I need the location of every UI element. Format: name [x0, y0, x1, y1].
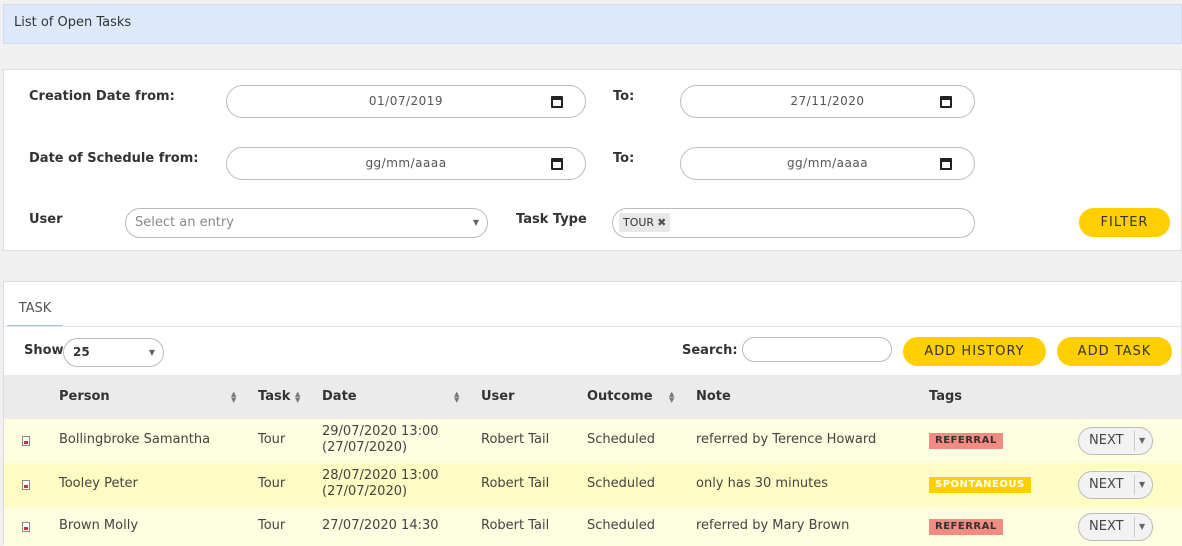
chevron-down-icon: ▼ [472, 218, 479, 227]
next-button-label: NEXT [1089, 433, 1124, 448]
page-size-value: 25 [73, 345, 90, 359]
column-header-note[interactable]: Note [696, 375, 731, 419]
next-button[interactable]: NEXT ▼ [1078, 427, 1153, 455]
cell-date: 29/07/2020 13:00 (27/07/2020) [322, 424, 439, 456]
column-header-tags[interactable]: Tags [929, 375, 962, 419]
chevron-down-icon[interactable]: ▼ [1139, 514, 1145, 540]
column-header-person[interactable]: Person [59, 375, 110, 419]
cell-person: Tooley Peter [59, 476, 138, 491]
search-input[interactable] [742, 337, 892, 362]
cell-date-sub: (27/07/2020) [322, 440, 408, 455]
tag-badge: SPONTANEOUS [929, 477, 1031, 493]
cell-date: 28/07/2020 13:00 (27/07/2020) [322, 468, 439, 500]
table-header: Person ▲ ▼ Task ▲ ▼ Date ▲ ▼ User Outcome ▲… [4, 375, 1182, 419]
chevron-down-icon[interactable]: ▼ [1139, 472, 1145, 498]
document-icon[interactable] [22, 522, 30, 532]
schedule-date-to-label: To: [613, 151, 635, 166]
creation-date-from-label: Creation Date from: [29, 89, 175, 104]
cell-task: Tour [258, 432, 286, 447]
column-header-user[interactable]: User [481, 375, 515, 419]
tab-divider [4, 326, 1181, 327]
sort-icon[interactable]: ▲ ▼ [231, 391, 236, 404]
schedule-date-from-label: Date of Schedule from: [29, 151, 199, 166]
column-header-outcome[interactable]: Outcome [587, 375, 653, 419]
cell-outcome: Scheduled [587, 518, 655, 533]
calendar-icon[interactable] [940, 158, 952, 170]
add-task-button[interactable]: ADD TASK [1057, 337, 1172, 366]
task-type-select[interactable]: TOUR ✖ [612, 208, 975, 238]
cell-outcome: Scheduled [587, 476, 655, 491]
document-icon[interactable] [22, 436, 30, 446]
cell-person: Brown Molly [59, 518, 139, 533]
calendar-icon[interactable] [940, 96, 952, 108]
tab-task[interactable]: TASK [7, 298, 63, 327]
cell-outcome: Scheduled [587, 432, 655, 447]
creation-date-to-value: 27/11/2020 [790, 94, 865, 108]
calendar-icon[interactable] [551, 96, 563, 108]
creation-date-to-label: To: [613, 89, 635, 104]
show-label: Show [24, 343, 64, 358]
table-row[interactable]: Bollingbroke Samantha Tour 29/07/2020 13… [4, 419, 1182, 463]
schedule-date-from-value: gg/mm/aaaa [365, 156, 447, 170]
chevron-down-icon[interactable]: ▼ [1139, 428, 1145, 454]
divider [1134, 517, 1135, 537]
table-row[interactable]: Tooley Peter Tour 28/07/2020 13:00 (27/07… [4, 463, 1182, 507]
cell-note: referred by Mary Brown [696, 518, 850, 533]
creation-date-from-value: 01/07/2019 [368, 94, 444, 108]
cell-user: Robert Tail [481, 476, 550, 491]
sort-icon[interactable]: ▲ ▼ [295, 391, 300, 404]
add-history-button[interactable]: ADD HISTORY [903, 337, 1046, 366]
divider [1134, 431, 1135, 451]
tag-badge: REFERRAL [929, 519, 1003, 535]
cell-note: referred by Terence Howard [696, 432, 877, 447]
calendar-icon[interactable] [551, 158, 563, 170]
task-type-chip-label: TOUR [623, 216, 655, 229]
cell-task: Tour [258, 518, 286, 533]
cell-user: Robert Tail [481, 518, 550, 533]
next-button[interactable]: NEXT ▼ [1078, 513, 1153, 541]
cell-date-main: 29/07/2020 13:00 [322, 424, 439, 439]
schedule-date-from-input[interactable]: gg/mm/aaaa [226, 147, 586, 180]
page-size-select[interactable]: 25 ▼ [63, 338, 164, 367]
user-select-placeholder: Select an entry [135, 215, 234, 230]
column-header-date[interactable]: Date [322, 375, 357, 419]
table-row[interactable]: Brown Molly Tour 27/07/2020 14:30 Robert… [4, 507, 1182, 546]
cell-user: Robert Tail [481, 432, 550, 447]
filter-panel: Creation Date from: 01/07/2019 To: 27/11… [3, 69, 1182, 251]
cell-task: Tour [258, 476, 286, 491]
creation-date-from-input[interactable]: 01/07/2019 [226, 85, 586, 118]
schedule-date-to-value: gg/mm/aaaa [786, 156, 869, 170]
next-button[interactable]: NEXT ▼ [1078, 471, 1153, 499]
user-label: User [29, 212, 63, 227]
schedule-date-to-input[interactable]: gg/mm/aaaa [680, 147, 975, 180]
next-button-label: NEXT [1089, 519, 1124, 534]
filter-button[interactable]: FILTER [1079, 208, 1170, 237]
next-button-label: NEXT [1089, 477, 1124, 492]
user-select[interactable]: Select an entry ▼ [125, 208, 488, 238]
task-type-chip: TOUR ✖ [619, 213, 671, 232]
cell-note: only has 30 minutes [696, 476, 829, 491]
close-icon[interactable]: ✖ [657, 216, 666, 229]
column-header-task[interactable]: Task [258, 375, 290, 419]
cell-date-sub: (27/07/2020) [322, 484, 408, 499]
sort-icon[interactable]: ▲ ▼ [669, 391, 674, 404]
task-type-label: Task Type [516, 212, 587, 227]
search-label: Search: [682, 343, 738, 358]
document-icon[interactable] [22, 480, 30, 490]
page-title: List of Open Tasks [3, 4, 1182, 44]
chevron-down-icon: ▼ [148, 348, 155, 357]
sort-icon[interactable]: ▲ ▼ [454, 391, 459, 404]
tag-badge: REFERRAL [929, 433, 1003, 449]
cell-person: Bollingbroke Samantha [59, 432, 211, 447]
creation-date-to-input[interactable]: 27/11/2020 [680, 85, 975, 118]
task-panel: TASK Show 25 ▼ Search: ADD HISTORY ADD T… [3, 281, 1182, 546]
cell-date: 27/07/2020 14:30 [322, 518, 439, 533]
cell-date-main: 28/07/2020 13:00 [322, 468, 439, 483]
divider [1134, 475, 1135, 495]
